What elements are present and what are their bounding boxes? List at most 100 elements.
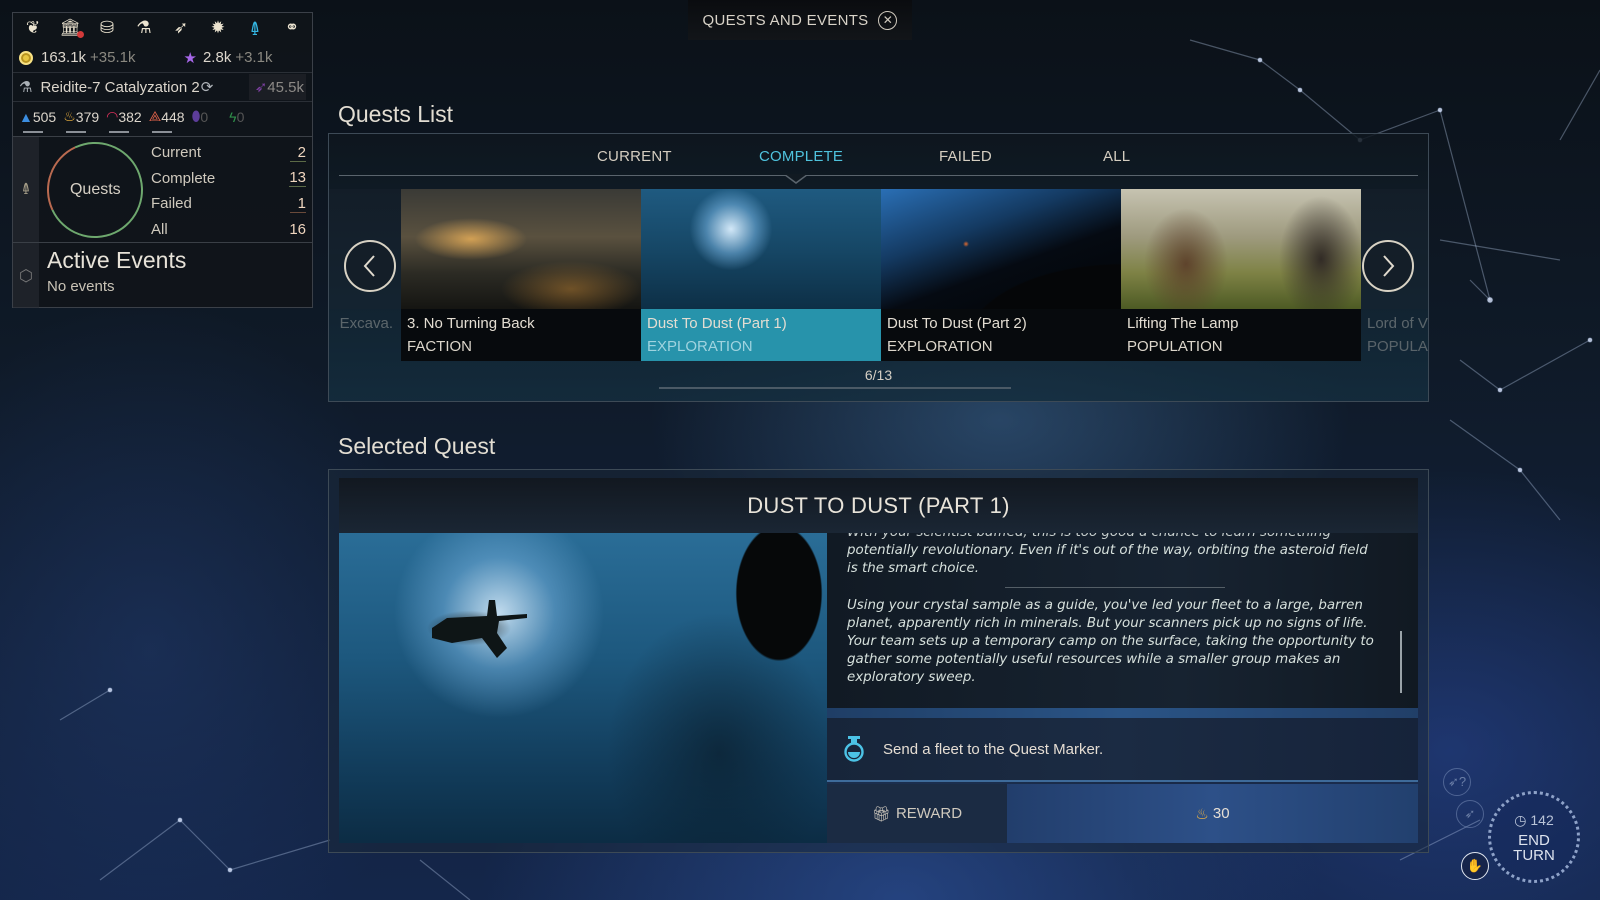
event-cube-icon: ⬡: [13, 243, 39, 308]
quest-carousel: Excava. 3. No Turning Back FACTION Dust T…: [329, 189, 1428, 361]
starship-silhouette: [432, 600, 527, 658]
approval-resource[interactable]: ◠ 382: [106, 108, 142, 125]
energy-resource[interactable]: ϟ0: [229, 109, 244, 125]
science-resource: ➶45.5k: [248, 74, 306, 100]
quests-list-title: Quests List: [338, 101, 454, 127]
chevron-right-icon: [1383, 255, 1395, 277]
end-turn-button[interactable]: ◷ 142 END TURN: [1488, 791, 1580, 883]
food-resource[interactable]: ▲ 505: [19, 109, 56, 125]
tab-current[interactable]: CURRENT: [597, 148, 672, 165]
quest-stats: Current 2 Complete 13 Failed 1 All 16: [151, 137, 312, 242]
end-turn-label-1: END: [1518, 831, 1550, 849]
stat-label: Current: [151, 144, 202, 162]
quest-stat-current[interactable]: Current 2: [151, 140, 306, 166]
quest-chalice-icon[interactable]: 𐃉: [243, 17, 267, 40]
diplomacy-notification-button[interactable]: ✋: [1461, 852, 1489, 880]
carousel-pager: 6/13: [864, 367, 893, 383]
quests-list-panel: CURRENT COMPLETE FAILED ALL Excava. 3. N…: [328, 133, 1429, 402]
research-cycle-icon: ⟳: [200, 79, 214, 96]
turn-counter: ◷ 142: [1514, 811, 1554, 828]
quest-card-selected[interactable]: Dust To Dust (Part 1) EXPLORATION: [641, 189, 881, 361]
quest-thumbnail: [881, 189, 1121, 309]
carousel-next-button[interactable]: [1362, 240, 1414, 292]
quests-ring[interactable]: Quests: [33, 128, 157, 252]
selected-quest-title: Selected Quest: [338, 433, 496, 459]
quest-illustration: [339, 533, 827, 843]
influence-gain: +3.1k: [235, 49, 273, 66]
stat-label: Failed: [151, 195, 192, 213]
diplomacy-handshake-icon[interactable]: ⚭: [280, 18, 304, 38]
quest-objective: Send a fleet to the Quest Marker.: [827, 718, 1418, 782]
text-divider: [1004, 586, 1225, 588]
laurel-icon[interactable]: ❦: [21, 18, 45, 38]
industry-icon: ♨: [1195, 805, 1209, 823]
quest-card[interactable]: 3. No Turning Back FACTION: [401, 189, 641, 361]
chevron-left-icon: [363, 255, 375, 277]
active-tab-indicator: [784, 174, 808, 184]
active-events: ⬡ Active Events No events: [13, 242, 312, 308]
quest-text-clipped: With your scientist baffled, this is too…: [847, 533, 1382, 542]
quest-thumbnail: [641, 189, 881, 309]
quest-card-category: EXPLORATION: [887, 338, 993, 355]
tab-failed[interactable]: FAILED: [939, 148, 992, 165]
science-flask-icon[interactable]: ⚗: [132, 18, 156, 38]
sun-emblem-icon[interactable]: ✹: [206, 18, 230, 38]
science-flask-icon: ⚗: [19, 79, 33, 96]
influence-star-icon: ★: [183, 49, 197, 67]
reward-tab[interactable]: 🎁︎ REWARD: [827, 784, 1007, 843]
currency-row: 163.1k +35.1k ★ 2.8k +3.1k: [13, 43, 312, 72]
fleet-query-button[interactable]: ➶?: [1443, 768, 1471, 796]
industry-icon: ♨: [63, 108, 76, 124]
quest-thumbnail: [401, 189, 641, 309]
quest-description[interactable]: With your scientist baffled, this is too…: [827, 533, 1418, 708]
strategic-icon: ⟁: [148, 108, 162, 124]
coins-icon[interactable]: ⛁: [95, 18, 119, 38]
quest-card-name: Dust To Dust (Part 2): [887, 315, 1027, 332]
luxury-resource[interactable]: ⬮ 0: [192, 108, 209, 125]
tab-complete[interactable]: COMPLETE: [759, 148, 843, 165]
food-icon: ▲: [19, 108, 33, 125]
tab-all[interactable]: ALL: [1103, 148, 1130, 165]
influence-value: 2.8k: [202, 49, 232, 66]
reward-value-box: ♨ 30: [1007, 784, 1418, 843]
quest-chalice-icon: 𐃉: [13, 137, 39, 242]
strategic-resource[interactable]: ⟁ 448: [149, 108, 185, 125]
quest-card-name: 3. No Turning Back: [407, 315, 535, 332]
carousel-prev-button[interactable]: [344, 240, 396, 292]
quest-card[interactable]: Lifting The Lamp POPULATION: [1121, 189, 1361, 361]
events-title: Active Events: [47, 247, 187, 273]
luxury-value: 0: [200, 108, 209, 125]
events-status: No events: [47, 278, 115, 295]
quest-card[interactable]: Dust To Dust (Part 2) EXPLORATION: [881, 189, 1121, 361]
carousel-scroll-track[interactable]: [659, 387, 1011, 389]
approval-value: 382: [118, 108, 142, 125]
dust-coin-icon: [19, 50, 33, 65]
quest-card-name: Lifting The Lamp: [1127, 315, 1239, 332]
quest-text-paragraph-1: potentially revolutionary. Even if it's …: [847, 543, 1368, 577]
quest-stat-failed[interactable]: Failed 1: [151, 191, 306, 217]
resources-row: ▲ 505 ♨ 379 ◠ 382 ⟁ 448 ⬮ 0 ϟ0: [13, 101, 312, 131]
gift-icon: 🎁︎: [871, 805, 891, 823]
quest-card-name: Dust To Dust (Part 1): [647, 315, 787, 332]
objective-text: Send a fleet to the Quest Marker.: [883, 740, 1104, 758]
end-turn-label-2: TURN: [1513, 846, 1555, 864]
industry-resource[interactable]: ♨ 379: [63, 108, 99, 125]
energy-icon: ϟ: [229, 108, 237, 125]
senate-icon[interactable]: 🏛: [58, 18, 84, 38]
approval-icon: ◠: [106, 108, 119, 124]
reward-amount: 30: [1212, 805, 1230, 822]
research-label: Reidite-7 Catalyzation 2: [40, 78, 200, 96]
quest-stat-complete[interactable]: Complete 13: [151, 166, 306, 192]
progress-strip: [827, 708, 1418, 718]
close-circle-icon[interactable]: ✕: [878, 10, 898, 30]
hand-signal-icon: ✋: [1466, 858, 1484, 873]
industry-value: 379: [75, 108, 100, 125]
quest-stat-all[interactable]: All 16: [151, 217, 306, 243]
fleet-cycle-button[interactable]: ➶: [1456, 800, 1484, 828]
research-row[interactable]: ⚗ Reidite-7 Catalyzation 2 ⟳ ➶45.5k: [13, 72, 312, 101]
description-scrollbar[interactable]: [1400, 631, 1402, 693]
stat-value: 13: [289, 169, 306, 188]
turn-number: 142: [1530, 811, 1554, 828]
fleet-ship-icon[interactable]: ➶: [169, 18, 193, 38]
food-value: 505: [32, 108, 57, 125]
